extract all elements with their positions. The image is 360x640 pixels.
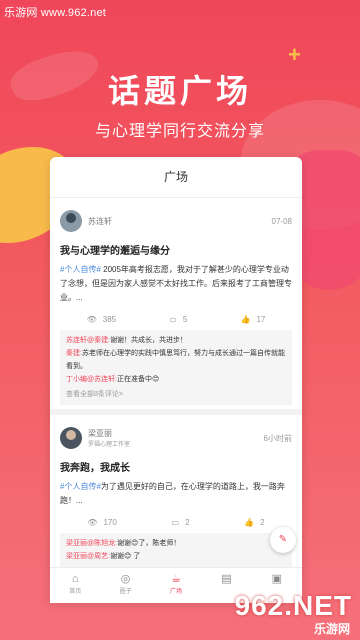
comment-item: 苏连轩@秦建:谢谢！共成长，共进步！	[66, 334, 286, 347]
hero-title: 话题广场	[107, 73, 252, 109]
post-body: #个人自传# 2005年高考报志愿，我对于了解甚少的心理学专业动了念想，但是因为…	[60, 263, 292, 305]
feather-icon: ✎	[278, 534, 288, 545]
like-button[interactable]: 👍 2	[244, 518, 264, 527]
tab-square[interactable]: ☕ 广场	[151, 568, 201, 603]
like-button[interactable]: 👍 17	[241, 315, 266, 324]
post-card[interactable]: 梁亚丽 罗福心理工作室 6小时前 我奔跑，我成长 #个人自传#为了遇见更好的自己…	[50, 415, 302, 571]
author-info: 梁亚丽 罗福心理工作室	[88, 428, 130, 448]
new-post-button[interactable]: ✎	[270, 527, 296, 553]
avatar[interactable]	[60, 427, 82, 449]
comment-text: 苏老师在心理学的实践中慎思笃行，努力与成长通过一篇自传就能看到。	[66, 350, 285, 370]
views-count: 170	[103, 518, 117, 527]
post-stats: 👁 385 ▭ 5 👍 17	[60, 315, 292, 324]
author-org: 罗福心理工作室	[88, 442, 131, 448]
comment-author[interactable]: 梁亚丽@周艺:	[66, 553, 110, 560]
comment-list: 苏连轩@秦建:谢谢！共成长，共进步！ 秦建:苏老师在心理学的实践中慎思笃行，努力…	[60, 330, 292, 405]
comment-list: 梁亚丽@陈旭龙:谢谢😊了，陈老师！ 梁亚丽@周艺:谢谢😊 了	[60, 533, 292, 567]
topic-tag[interactable]: #个人自传#	[60, 265, 101, 274]
post-body: #个人自传#为了遇见更好的自己，在心理学的道路上，我一路奔跑！...	[60, 480, 292, 508]
comment-item: 梁亚丽@周艺:谢谢😊 了	[66, 550, 286, 563]
author-name[interactable]: 梁亚丽	[88, 428, 130, 439]
eye-icon: 👁	[86, 315, 97, 324]
post-card[interactable]: 苏连轩 07-08 我与心理学的邂逅与缘分 #个人自传# 2005年高考报志愿，…	[50, 198, 302, 409]
thumbs-up-icon: 👍	[244, 518, 255, 527]
views-count: 385	[102, 315, 117, 324]
comment-author[interactable]: 秦建:	[66, 350, 82, 357]
post-title[interactable]: 我与心理学的邂逅与缘分	[60, 242, 292, 257]
comments-count: 5	[182, 315, 188, 324]
book-icon: ▤	[221, 573, 232, 585]
view-all-comments-link[interactable]: 查看全部8条评论>	[66, 388, 286, 401]
post-title[interactable]: 我奔跑，我成长	[60, 459, 292, 474]
compass-icon: ◎	[120, 573, 131, 585]
avatar[interactable]	[60, 210, 82, 232]
tab-circle[interactable]: ◎ 圈子	[100, 568, 150, 603]
app-screen: 乐游网 www.962.net + 话题广场 与心理学同行交流分享 广场 苏连轩…	[0, 0, 360, 640]
comment-icon: ▭	[171, 518, 180, 527]
comment-item: 丁小编@苏连轩:正在准备中😊	[66, 373, 286, 386]
comment-text: 正在准备中😊	[117, 376, 160, 383]
tab-label: 圈子	[119, 589, 132, 595]
hero-subtitle: 与心理学同行交流分享	[94, 123, 265, 140]
comment-author[interactable]: 苏连轩@秦建:	[66, 337, 110, 344]
post-stats: 👁 170 ▭ 2 👍 2	[60, 518, 292, 527]
site-logo: 962.NET 乐游网	[222, 590, 352, 636]
likes-count: 2	[260, 518, 265, 527]
tab-label: 首页	[69, 589, 82, 595]
post-date: 07-08	[271, 216, 292, 226]
comment-item: 梁亚丽@陈旭龙:谢谢😊了，陈老师！	[66, 537, 286, 550]
thumbs-up-icon: 👍	[240, 315, 251, 324]
comments-stat[interactable]: ▭ 2	[172, 518, 190, 527]
cup-icon: ☕	[171, 573, 181, 585]
topic-tag[interactable]: #个人自传#	[60, 482, 101, 491]
comments-count: 2	[185, 518, 190, 527]
sparkle-icon: +	[288, 42, 301, 67]
watermark: 乐游网 www.962.net	[4, 7, 107, 19]
views-stat: 👁 385	[87, 315, 117, 324]
logo-subtext: 乐游网	[313, 622, 350, 636]
page-title: 广场	[50, 157, 302, 198]
logo-text: 962.NET	[234, 590, 352, 621]
comment-author[interactable]: 梁亚丽@陈旭龙:	[66, 540, 117, 547]
home-icon: ⌂	[71, 573, 79, 585]
tab-label: 广场	[170, 589, 183, 595]
comment-icon: ▭	[169, 315, 177, 324]
views-stat: 👁 170	[87, 518, 117, 527]
tab-home[interactable]: ⌂ 首页	[50, 568, 100, 603]
comments-stat[interactable]: ▭ 5	[169, 315, 187, 324]
comment-text: 谢谢！共成长，共进步！	[110, 337, 188, 344]
likes-count: 17	[256, 315, 266, 324]
eye-icon: 👁	[87, 518, 98, 527]
comment-text: 谢谢😊 了	[110, 553, 141, 560]
comment-text: 谢谢😊了，陈老师！	[117, 540, 181, 547]
comment-item: 秦建:苏老师在心理学的实践中慎思笃行，努力与成长通过一篇自传就能看到。	[66, 347, 286, 373]
phone-card: 广场 苏连轩 07-08 我与心理学的邂逅与缘分 #个人自传# 2005年高考报…	[50, 157, 302, 602]
comment-author[interactable]: 丁小编@苏连轩:	[66, 376, 117, 383]
bag-icon: ▣	[271, 573, 283, 585]
post-date: 6小时前	[263, 433, 292, 443]
author-name[interactable]: 苏连轩	[88, 216, 112, 227]
